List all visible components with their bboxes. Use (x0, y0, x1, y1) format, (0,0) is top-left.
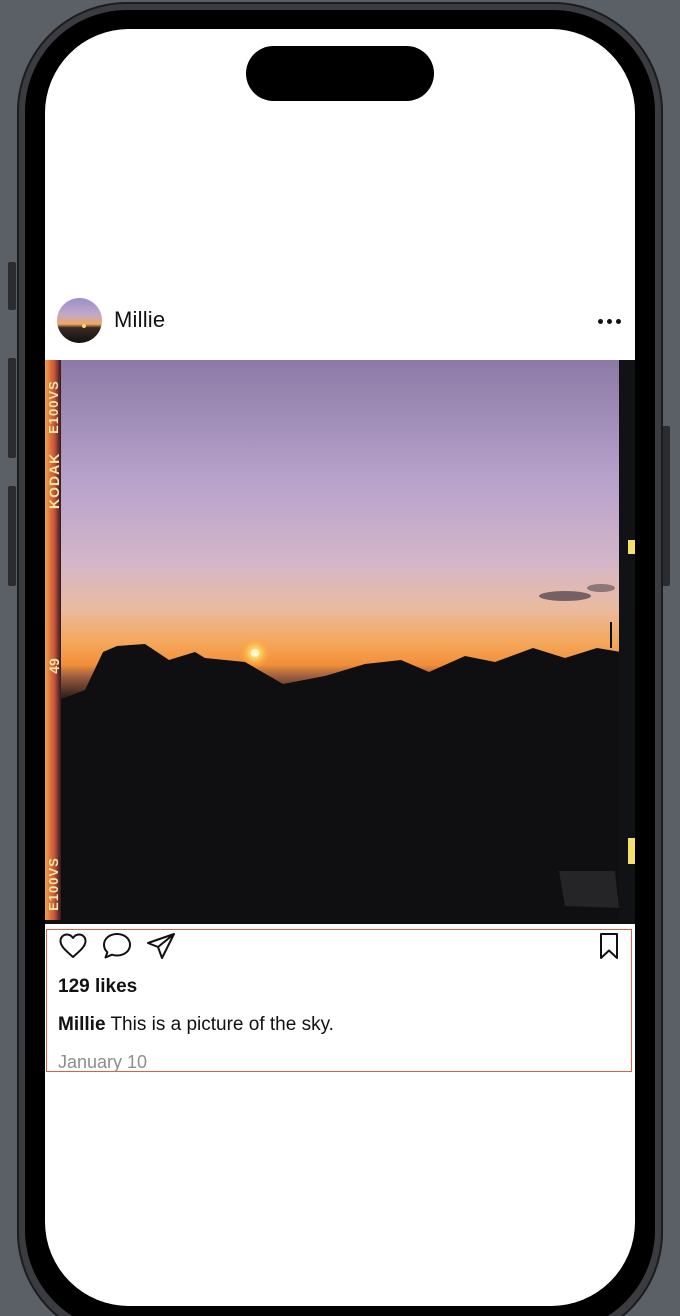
ellipsis-icon (597, 318, 603, 324)
caption-username[interactable]: Millie (58, 1014, 106, 1035)
comment-bubble-icon (103, 933, 131, 959)
post-header: Millie (45, 297, 635, 347)
post-username[interactable]: Millie (114, 307, 165, 333)
device-frame-stage: Millie E100VS KODAK 49 E100VS 129 likes … (0, 0, 680, 1316)
power-button (662, 426, 670, 586)
ellipsis-dot (615, 318, 621, 324)
post-actions-section: 129 likes Millie This is a picture of th… (46, 929, 632, 1072)
like-button[interactable] (57, 930, 89, 962)
bookmark-button[interactable] (593, 930, 625, 962)
dynamic-island (246, 46, 434, 101)
volume-up-button (8, 358, 16, 458)
film-edge-label: 49 (46, 658, 62, 674)
film-edge-label: E100VS (46, 380, 61, 434)
post-photo[interactable]: E100VS KODAK 49 E100VS (45, 360, 635, 924)
post-caption: Millie This is a picture of the sky. (58, 1014, 334, 1036)
mute-switch (8, 262, 16, 310)
comment-button[interactable] (101, 930, 133, 962)
film-edge-label: E100VS (46, 857, 61, 911)
avatar[interactable] (57, 298, 102, 343)
film-edge-label: KODAK (46, 452, 62, 509)
phone-screen: Millie E100VS KODAK 49 E100VS 129 likes … (45, 29, 635, 1306)
volume-down-button (8, 486, 16, 586)
paper-plane-icon (147, 933, 175, 959)
likes-count[interactable]: 129 likes (58, 976, 137, 998)
sunset-photo-graphic (45, 360, 635, 924)
post-date: January 10 (58, 1052, 148, 1072)
ellipsis-dot (606, 318, 612, 324)
bookmark-icon (600, 933, 618, 959)
caption-text: This is a picture of the sky. (110, 1014, 334, 1035)
avatar-sun (82, 324, 86, 328)
heart-icon (59, 933, 87, 958)
share-button[interactable] (145, 930, 177, 962)
more-options-button[interactable] (593, 309, 625, 333)
